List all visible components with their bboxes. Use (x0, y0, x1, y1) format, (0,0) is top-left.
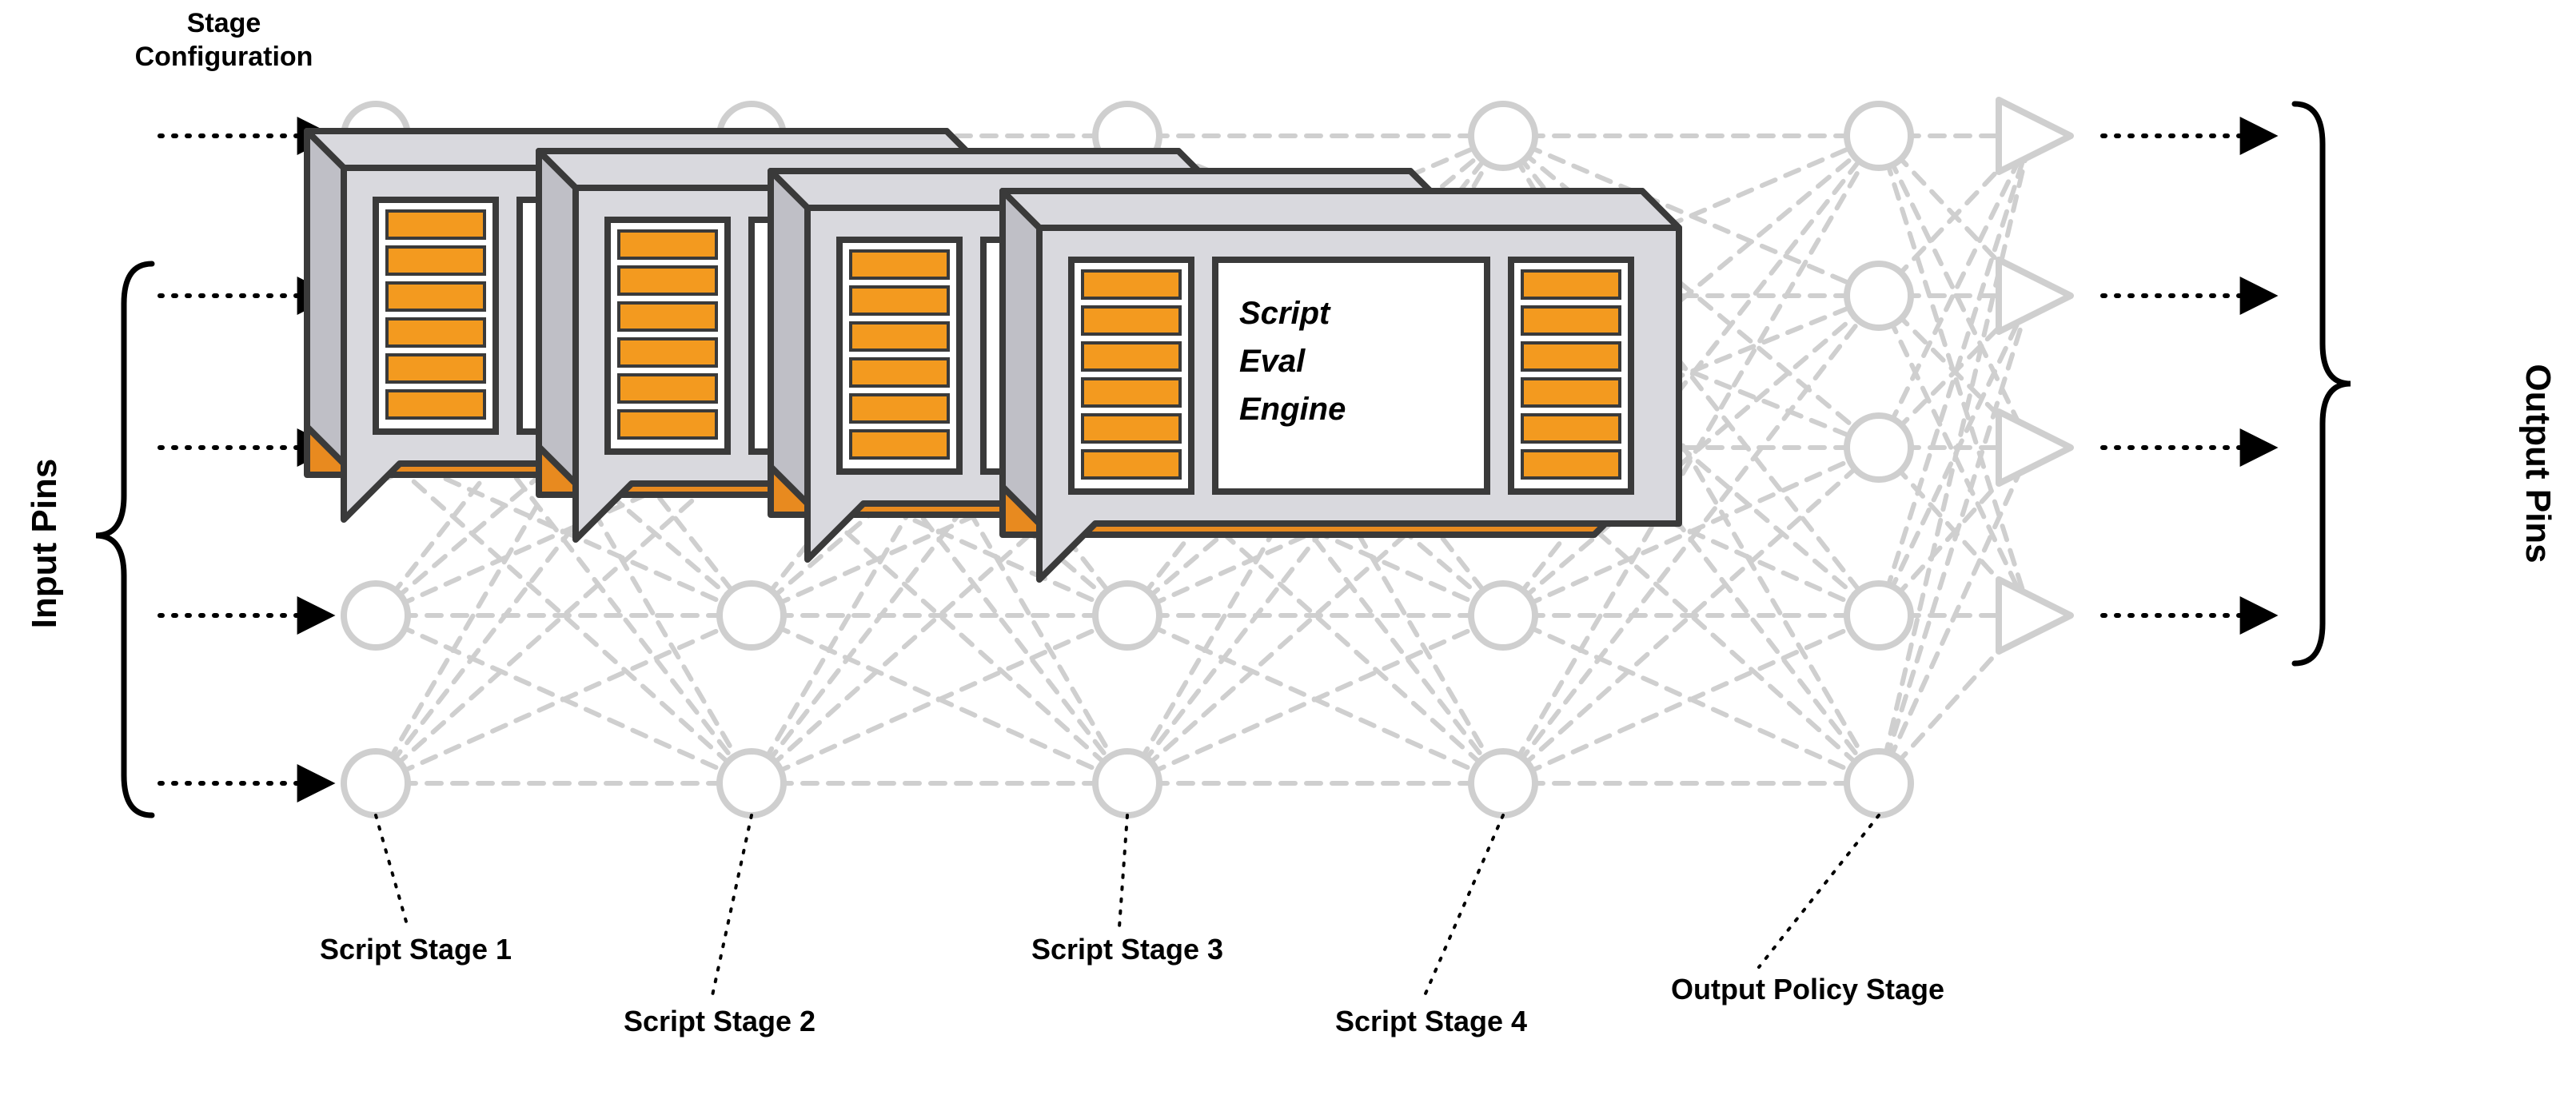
card-text: Engine (1239, 392, 1346, 427)
leader-line (1423, 815, 1503, 999)
node-circle-icon (1471, 751, 1535, 815)
script-engine-card: Script Eval Engine (1003, 191, 1679, 579)
node-circle-icon (1471, 583, 1535, 647)
node-circle-icon (720, 751, 784, 815)
leader-line (1119, 815, 1127, 927)
node-circle-icon (344, 751, 408, 815)
stage-config-label-1: Stage (187, 8, 261, 38)
node-circle-icon (1847, 104, 1911, 168)
node-circle-icon (1847, 264, 1911, 328)
node-circle-icon (720, 583, 784, 647)
node-circle-icon (1847, 751, 1911, 815)
stage-1-label: Script Stage 1 (320, 933, 512, 966)
card-text: Script (1239, 296, 1331, 331)
output-triangle-icon (1999, 100, 2071, 172)
stage-config-label-2: Configuration (135, 42, 313, 72)
stage-3-label: Script Stage 3 (1031, 933, 1223, 966)
output-pins-label: Output Pins (2518, 364, 2558, 563)
output-policy-label: Output Policy Stage (1671, 973, 1944, 1005)
output-triangle-icon (1999, 412, 2071, 484)
node-circle-icon (1095, 751, 1159, 815)
stage-2-label: Script Stage 2 (624, 1005, 815, 1037)
node-circle-icon (1847, 583, 1911, 647)
output-triangle-icon (1999, 579, 2071, 651)
leader-lines (376, 815, 1879, 999)
input-pins-label: Input Pins (25, 459, 64, 629)
leader-line (712, 815, 752, 999)
script-engine-cards: SEISEScEnEScriptEvalEngine (307, 131, 1679, 579)
leader-line (376, 815, 408, 927)
leader-line (1759, 815, 1879, 967)
node-circle-icon (1095, 583, 1159, 647)
stage-4-label: Script Stage 4 (1335, 1005, 1527, 1037)
card-text: Eval (1239, 344, 1306, 379)
input-brace-icon (96, 264, 152, 815)
node-circle-icon (344, 583, 408, 647)
output-brace-icon (2295, 104, 2351, 663)
output-triangle-icon (1999, 260, 2071, 332)
node-circle-icon (1847, 416, 1911, 480)
node-circle-icon (1471, 104, 1535, 168)
pipeline-diagram: Stage Configuration Input Pins Output Pi… (0, 0, 2576, 1111)
